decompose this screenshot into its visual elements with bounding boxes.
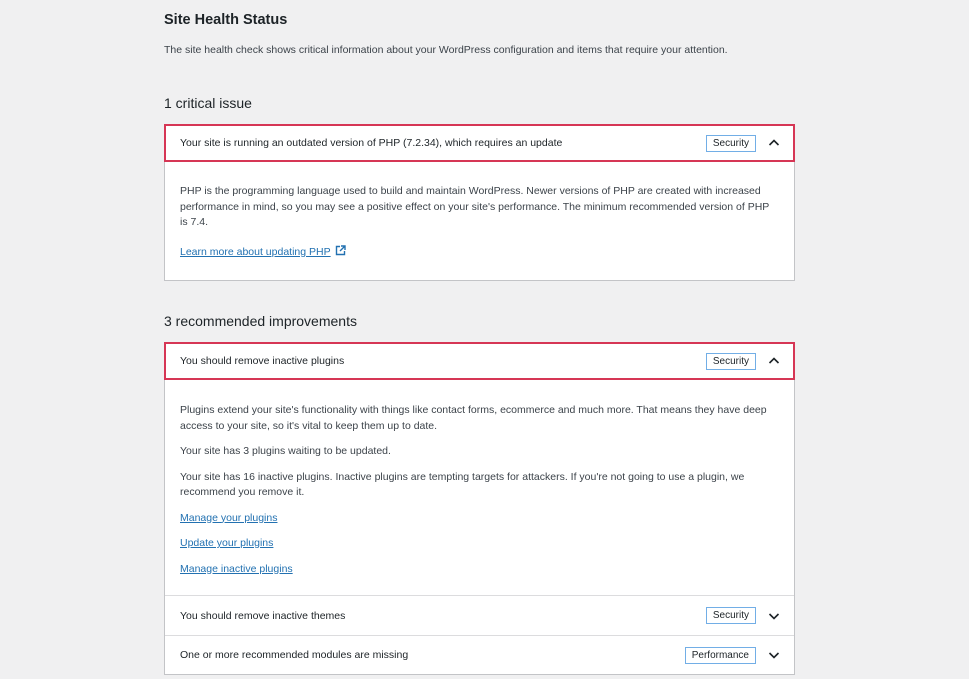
issue-description: PHP is the programming language used to … [180,185,770,228]
link-label: Learn more about updating PHP [180,245,331,258]
issue-title: Your site is running an outdated version… [180,137,563,149]
manage-plugins-link[interactable]: Manage your plugins [180,511,277,527]
issue-paragraph: Your site has 3 plugins waiting to be up… [180,445,391,457]
learn-more-php-link[interactable]: Learn more about updating PHP [180,244,346,261]
chevron-down-icon [768,652,780,659]
issue-paragraph: Your site has 16 inactive plugins. Inact… [180,470,745,499]
chevron-up-icon [768,357,780,364]
issue-details: PHP is the programming language used to … [165,161,794,280]
security-badge: Security [705,134,756,152]
chevron-up-icon [768,139,780,146]
page-title: Site Health Status [164,12,288,28]
external-link-icon [335,244,346,255]
inactive-plugins-toggle[interactable]: You should remove inactive plugins Secur… [164,342,795,380]
update-plugins-link[interactable]: Update your plugins [180,536,273,552]
inactive-themes-toggle[interactable]: You should remove inactive themes Securi… [165,596,794,635]
manage-inactive-plugins-link[interactable]: Manage inactive plugins [180,562,293,578]
critical-issue-accordion: Your site is running an outdated version… [164,124,795,281]
performance-badge: Performance [684,646,756,664]
issue-title: You should remove inactive plugins [180,355,345,367]
recommended-heading: 3 recommended improvements [164,313,357,329]
chevron-down-icon [768,612,780,620]
issue-details: Plugins extend your site's functionality… [165,379,794,595]
php-outdated-toggle[interactable]: Your site is running an outdated version… [164,124,795,162]
security-badge: Security [705,607,756,624]
issue-title: You should remove inactive themes [180,609,346,622]
security-badge: Security [705,352,756,370]
missing-modules-toggle[interactable]: One or more recommended modules are miss… [165,636,794,674]
issue-paragraph: Plugins extend your site's functionality… [180,404,767,432]
critical-issues-heading: 1 critical issue [164,95,252,111]
recommended-accordion: You should remove inactive plugins Secur… [164,342,795,675]
issue-title: One or more recommended modules are miss… [180,649,409,661]
page-description: The site health check shows critical inf… [164,44,728,56]
